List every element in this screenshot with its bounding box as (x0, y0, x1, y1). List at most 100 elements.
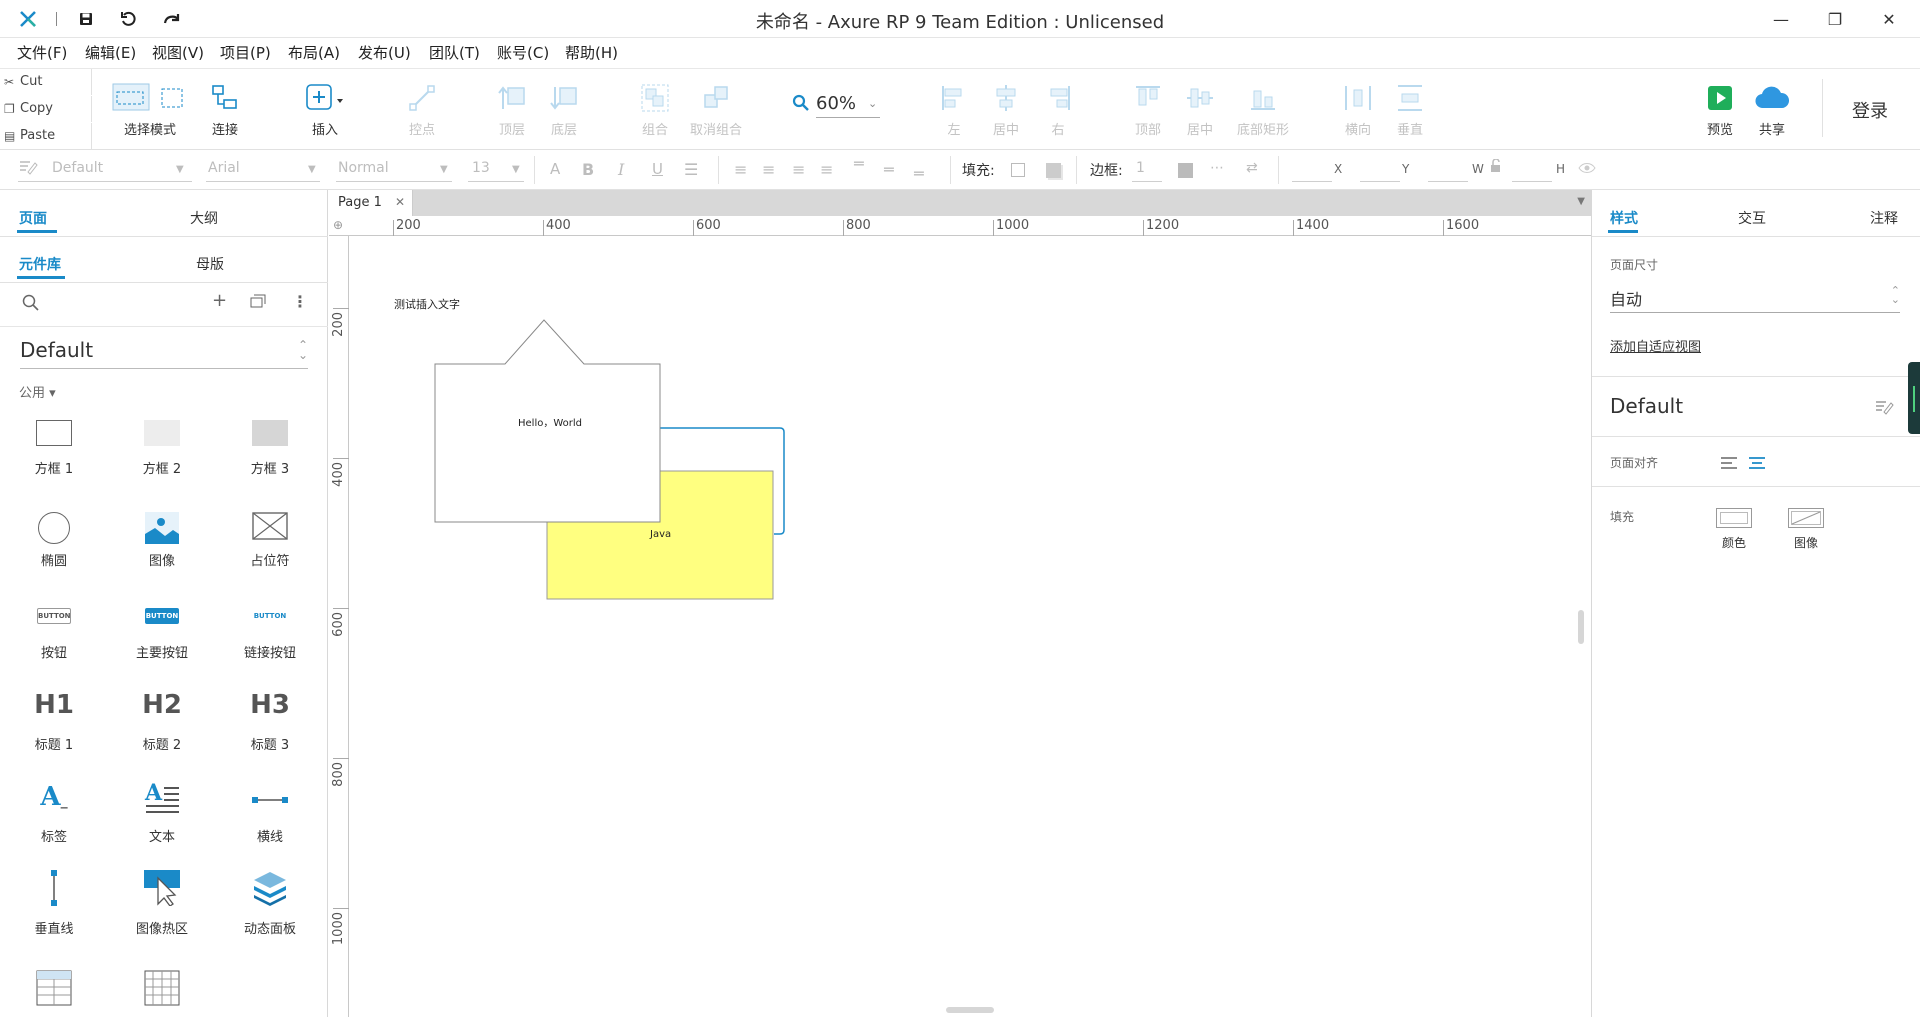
fill-image-button[interactable]: 图像 (1786, 506, 1826, 550)
widget-placeholder[interactable]: 占位符 (216, 498, 324, 578)
align-bottom-button[interactable]: 底部矩形 (1228, 69, 1298, 149)
visibility-eye-icon[interactable] (1578, 162, 1596, 178)
valign-bottom-icon[interactable]: ═ (914, 164, 924, 183)
align-left-button[interactable]: 左 (930, 69, 978, 149)
tab-menu-chevron-icon[interactable]: ▼ (1577, 196, 1585, 207)
menu-team[interactable]: 团队(T) (429, 42, 480, 63)
weight-select[interactable]: Normal (338, 160, 389, 176)
page-align-center-icon[interactable] (1748, 456, 1766, 474)
close-tab-icon[interactable]: ✕ (395, 195, 405, 209)
widget-label[interactable]: A_ 标签 (0, 774, 108, 854)
menu-edit[interactable]: 编辑(E) (85, 42, 136, 63)
widget-ellipse[interactable]: 椭圆 (0, 498, 108, 578)
border-color-swatch[interactable] (1178, 163, 1193, 178)
horizontal-scrollbar[interactable] (946, 1007, 994, 1013)
widget-image[interactable]: 图像 (108, 498, 216, 578)
italic-icon[interactable]: I (618, 160, 624, 179)
font-color-icon[interactable]: A (550, 160, 560, 178)
underline-icon[interactable]: U (652, 160, 663, 178)
shadow-icon[interactable] (1046, 163, 1061, 178)
top-layer-button[interactable]: 顶层 (488, 69, 536, 149)
point-button[interactable]: 控点 (398, 69, 446, 149)
add-adaptive-view-link[interactable]: 添加自适应视图 (1610, 336, 1701, 355)
tab-interactions[interactable]: 交互 (1738, 208, 1766, 228)
align-top-button[interactable]: 顶部 (1124, 69, 1172, 149)
canvas-text-label[interactable]: 测试插入文字 (394, 296, 460, 312)
widget-box3[interactable]: 方框 3 (216, 406, 324, 486)
widget-primary-button[interactable]: BUTTON 主要按钮 (108, 590, 216, 670)
border-style-icon[interactable]: ⋯ (1210, 160, 1224, 176)
widget-hotspot[interactable]: 图像热区 (108, 866, 216, 946)
search-icon[interactable] (22, 294, 40, 316)
align-right-button[interactable]: 右 (1034, 69, 1082, 149)
menu-publish[interactable]: 发布(U) (358, 42, 411, 63)
select-mode-button[interactable]: 选择模式 (104, 69, 196, 149)
align-left-text-icon[interactable]: ≡ (734, 160, 747, 179)
bottom-layer-button[interactable]: 底层 (540, 69, 588, 149)
edit-style-icon[interactable] (1874, 398, 1894, 420)
valign-middle-icon[interactable]: ═ (884, 160, 894, 179)
fill-color-swatch[interactable] (1011, 163, 1025, 177)
fill-color-button[interactable]: 颜色 (1714, 506, 1754, 550)
align-center-text-icon[interactable]: ≡ (762, 160, 775, 179)
menu-layout[interactable]: 布局(A) (288, 42, 340, 63)
border-width-input[interactable]: 1 (1136, 160, 1145, 176)
widget-box2[interactable]: 方框 2 (108, 406, 216, 486)
vertical-scrollbar[interactable] (1578, 610, 1584, 644)
menu-project[interactable]: 项目(P) (220, 42, 271, 63)
login-button[interactable]: 登录 (1852, 97, 1888, 123)
menu-view[interactable]: 视图(V) (152, 42, 204, 63)
distribute-vertical-button[interactable]: 垂直 (1386, 69, 1434, 149)
bullet-list-icon[interactable]: ☰ (684, 160, 698, 179)
justify-text-icon[interactable]: ≡ (820, 160, 833, 179)
tab-outline[interactable]: 大纲 (190, 208, 218, 228)
widget-h2[interactable]: H2 标题 2 (108, 682, 216, 762)
minimize-button[interactable]: — (1758, 6, 1804, 32)
restore-button[interactable]: ❐ (1812, 6, 1858, 32)
style-edit-icon[interactable] (18, 158, 38, 180)
more-options-icon[interactable]: ⋮ (292, 292, 308, 311)
cut-button[interactable]: ✂ Cut (0, 69, 92, 95)
valign-top-icon[interactable]: ═ (854, 154, 864, 173)
widget-h3[interactable]: H3 标题 3 (216, 682, 324, 762)
font-size-select[interactable]: 13 (472, 160, 490, 176)
widget-vline[interactable]: 垂直线 (0, 866, 108, 946)
tab-libraries[interactable]: 元件库 (19, 254, 61, 274)
widget-text[interactable]: A 文本 (108, 774, 216, 854)
widget-link-button[interactable]: BUTTON 链接按钮 (216, 590, 324, 670)
lock-icon[interactable] (1490, 158, 1502, 177)
table-widget-icon[interactable] (36, 970, 72, 1010)
tab-pages[interactable]: 页面 (19, 208, 47, 228)
tab-notes[interactable]: 注释 (1870, 208, 1898, 228)
menu-account[interactable]: 账号(C) (497, 42, 549, 63)
library-manage-icon[interactable] (250, 294, 266, 312)
widget-hline[interactable]: 横线 (216, 774, 324, 854)
preview-button[interactable]: 预览 (1696, 69, 1744, 149)
widget-box1[interactable]: 方框 1 (0, 406, 108, 486)
distribute-horizontal-button[interactable]: 横向 (1334, 69, 1382, 149)
arrow-style-icon[interactable]: ⇄ (1246, 160, 1258, 176)
align-right-text-icon[interactable]: ≡ (792, 160, 805, 179)
widget-h1[interactable]: H1 标题 1 (0, 682, 108, 762)
paste-button[interactable]: ▤ Paste (0, 123, 92, 149)
side-handle[interactable] (1908, 362, 1920, 434)
copy-button[interactable]: ❐ Copy (0, 96, 92, 122)
bold-icon[interactable]: B (582, 160, 594, 179)
add-library-icon[interactable]: + (212, 290, 227, 311)
category-header[interactable]: 公用 ▾ (19, 382, 56, 401)
close-button[interactable]: ✕ (1866, 6, 1912, 32)
page-align-left-icon[interactable] (1720, 456, 1738, 474)
page-size-select[interactable]: 自动 ⌃ ⌄ (1610, 285, 1900, 314)
font-select[interactable]: Arial (208, 160, 240, 176)
group-button[interactable]: 组合 (631, 69, 679, 149)
menu-help[interactable]: 帮助(H) (565, 42, 618, 63)
widget-dynamic-panel[interactable]: 动态面板 (216, 866, 324, 946)
style-select[interactable]: Default (52, 160, 103, 176)
library-select[interactable]: Default ⌃ ⌄ (20, 338, 308, 369)
ungroup-button[interactable]: 取消组合 (684, 69, 748, 149)
tab-masters[interactable]: 母版 (196, 254, 224, 274)
zoom-select[interactable]: 60% ⌄ (792, 91, 882, 118)
align-center-button[interactable]: 居中 (982, 69, 1030, 149)
repeater-widget-icon[interactable] (144, 970, 180, 1010)
connect-button[interactable]: 连接 (200, 69, 250, 149)
